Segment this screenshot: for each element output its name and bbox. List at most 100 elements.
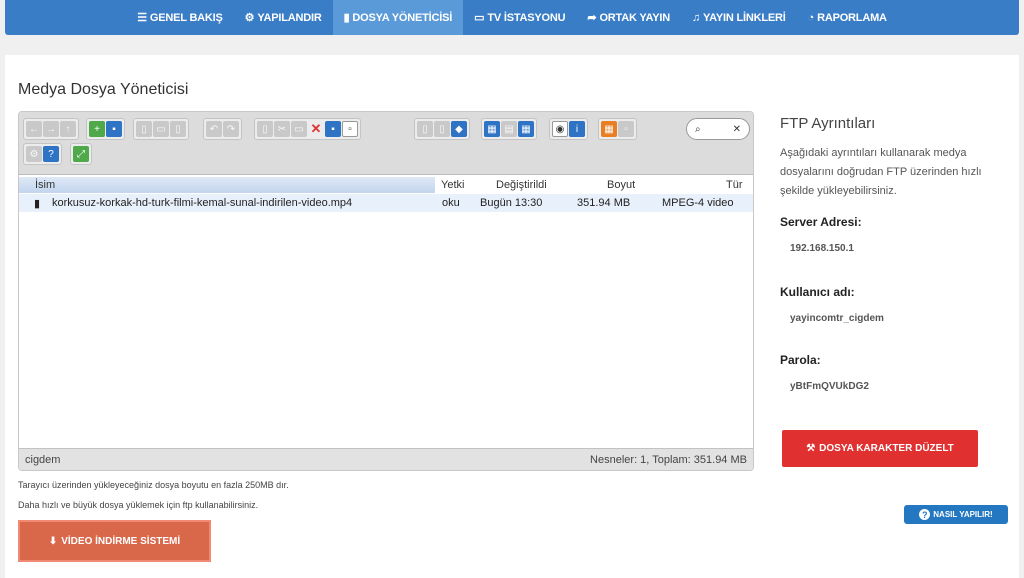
rename-icon[interactable]: ▯ — [417, 121, 433, 137]
video-download-button[interactable]: ⬇ VİDEO İNDİRME SİSTEMİ — [18, 520, 211, 562]
archive-icon[interactable]: ◆ — [451, 121, 467, 137]
new-file-icon[interactable]: + — [89, 121, 105, 137]
ftp-title: FTP Ayrıntıları — [780, 115, 876, 132]
file-size: 351.94 MB — [577, 197, 631, 209]
top-navigation: ☰ GENEL BAKIŞ ⚙ YAPILANDIR ▮ DOSYA YÖNETİCİ… — [5, 0, 1019, 35]
ftp-details-panel: FTP Ayrıntıları Aşağıdaki ayrıntıları ku… — [780, 115, 1005, 392]
icons-view-icon[interactable]: ▦ — [484, 121, 500, 137]
duplicate-icon[interactable]: ▫ — [342, 121, 358, 137]
nav-file-manager[interactable]: ▮ DOSYA YÖNETİCİSİ — [332, 0, 464, 35]
download-icon[interactable]: ▭ — [153, 121, 169, 137]
share-icon: ➦ — [587, 12, 597, 24]
toolbar-group-archive: ▯ ▯ ◆ — [414, 118, 470, 140]
column-perm[interactable]: Yetki — [441, 179, 464, 191]
nav-label: YAYIN LİNKLERİ — [703, 11, 786, 24]
tv-icon: ▭ — [474, 12, 485, 24]
download-icon: ⬇ — [48, 535, 58, 547]
status-bar: cigdem Nesneler: 1, Toplam: 351.94 MB — [19, 448, 753, 470]
help-icon[interactable]: ? — [43, 146, 59, 162]
page-title: Medya Dosya Yöneticisi — [18, 81, 189, 98]
toolbar-group-view: ▦ ▤ ▦ — [481, 118, 537, 140]
search-icon: ⌕ — [695, 123, 701, 135]
save-icon[interactable]: ▪ — [106, 121, 122, 137]
file-modified: Bugün 13:30 — [480, 197, 543, 209]
toolbar-group-open: ▯ ▭ ▯ — [133, 118, 189, 140]
question-icon: ? — [919, 509, 931, 520]
toolbar-group-fullscreen: ⤢ — [70, 143, 92, 165]
server-value: 192.168.150.1 — [790, 243, 854, 254]
edit-icon[interactable]: ▯ — [434, 121, 450, 137]
forward-icon[interactable]: → — [43, 121, 59, 137]
column-modified[interactable]: Değiştirildi — [496, 179, 547, 191]
sort-icon[interactable]: ▫ — [618, 121, 634, 137]
nav-shared-broadcast[interactable]: ➦ ORTAK YAYIN — [576, 0, 681, 35]
back-icon[interactable]: ← — [26, 121, 42, 137]
info-file-icon[interactable]: ▯ — [170, 121, 186, 137]
file-name: korkusuz-korkak-hd-turk-filmi-kemal-suna… — [52, 197, 353, 209]
fix-characters-label: DOSYA KARAKTER DÜZELT — [819, 443, 954, 454]
file-type: MPEG-4 video — [662, 197, 734, 209]
toolbar-group-new: + ▪ — [86, 118, 125, 140]
pie-chart-icon: ◔ — [807, 11, 815, 24]
toolbar-group-nav: ← → ↑ — [23, 118, 79, 140]
gears-icon: ⚙ — [244, 12, 255, 24]
list-view-icon[interactable]: ▤ — [501, 121, 517, 137]
nav-broadcast-links[interactable]: ♫ YAYIN LİNKLERİ — [681, 0, 797, 35]
redo-icon[interactable]: ↷ — [223, 121, 239, 137]
copy-icon[interactable]: ▯ — [257, 121, 273, 137]
select-all-icon[interactable]: ▦ — [601, 121, 617, 137]
nav-label: TV İSTASYONU — [487, 11, 566, 24]
nav-label: GENEL BAKIŞ — [149, 11, 223, 24]
status-summary: Nesneler: 1, Toplam: 351.94 MB — [590, 454, 747, 466]
nav-label: ORTAK YAYIN — [599, 11, 670, 24]
column-size[interactable]: Boyut — [607, 179, 635, 191]
file-list-header: İsim Yetki Değiştirildi Boyut Tür — [19, 176, 753, 194]
tree-view-icon[interactable]: ▦ — [518, 121, 534, 137]
wrench-icon: ⚒ — [806, 443, 816, 454]
nav-label: RAPORLAMA — [817, 11, 887, 24]
nav-general[interactable]: ☰ GENEL BAKIŞ — [126, 0, 233, 35]
column-type[interactable]: Tür — [726, 179, 743, 191]
bars-icon: ☰ — [137, 12, 147, 24]
nav-label: YAPILANDIR — [257, 11, 322, 24]
password-value: yBtFmQVUkDG2 — [790, 381, 869, 392]
music-icon: ♫ — [691, 11, 701, 24]
file-row[interactable]: ▮ korkusuz-korkak-hd-turk-filmi-kemal-su… — [19, 194, 753, 212]
fullscreen-icon[interactable]: ⤢ — [73, 146, 89, 162]
nav-reporting[interactable]: ◔ RAPORLAMA — [797, 0, 898, 35]
cut-icon[interactable]: ✂ — [274, 121, 290, 137]
toolbar-group-settings: ⚙ ? — [23, 143, 62, 165]
toolbar-group-sort: ▦ ▫ — [598, 118, 637, 140]
password-label: Parola: — [780, 353, 821, 367]
file-icon: ▮ — [343, 12, 350, 24]
upload-limit-note: Tarayıcı üzerinden yükleyeceğiniz dosya … — [18, 480, 289, 490]
search-input[interactable]: ⌕ ✕ — [686, 118, 750, 140]
file-manager-toolbar: ← → ↑ + ▪ ▯ ▭ ▯ ↶ ↷ ▯ ✂ ▭ ✕ ▪ ▫ ▯ ▯ ◆ ▦ … — [19, 112, 753, 175]
video-download-label: VİDEO İNDİRME SİSTEMİ — [61, 535, 181, 547]
delete-icon[interactable]: ✕ — [308, 121, 324, 137]
how-to-button[interactable]: ? NASIL YAPILIR! — [904, 505, 1008, 524]
user-label: Kullanıcı adı: — [780, 285, 855, 299]
nav-label: DOSYA YÖNETİCİSİ — [352, 11, 453, 24]
clear-search-icon[interactable]: ✕ — [733, 124, 741, 135]
ftp-suggestion-note: Daha hızlı ve büyük dosya yüklemek için … — [18, 500, 259, 510]
empty-icon[interactable]: ▪ — [325, 121, 341, 137]
toolbar-group-edit: ▯ ✂ ▭ ✕ ▪ ▫ — [254, 118, 361, 140]
settings-icon[interactable]: ⚙ — [26, 146, 42, 162]
how-to-label: NASIL YAPILIR! — [933, 510, 993, 519]
paste-icon[interactable]: ▭ — [291, 121, 307, 137]
toolbar-group-preview: ◉ i — [549, 118, 588, 140]
server-label: Server Adresi: — [780, 215, 862, 229]
column-name[interactable]: İsim — [19, 177, 435, 193]
nav-tv-station[interactable]: ▭ TV İSTASYONU — [463, 0, 576, 35]
fix-characters-button[interactable]: ⚒ DOSYA KARAKTER DÜZELT — [782, 430, 978, 467]
main-card: Medya Dosya Yöneticisi ← → ↑ + ▪ ▯ ▭ ▯ ↶… — [5, 55, 1019, 578]
nav-configure[interactable]: ⚙ YAPILANDIR — [234, 0, 333, 35]
up-icon[interactable]: ↑ — [60, 121, 76, 137]
user-value: yayincomtr_cigdem — [790, 313, 884, 324]
video-file-icon: ▮ — [34, 198, 41, 210]
undo-icon[interactable]: ↶ — [206, 121, 222, 137]
info-icon[interactable]: i — [569, 121, 585, 137]
open-icon[interactable]: ▯ — [136, 121, 152, 137]
preview-icon[interactable]: ◉ — [552, 121, 568, 137]
